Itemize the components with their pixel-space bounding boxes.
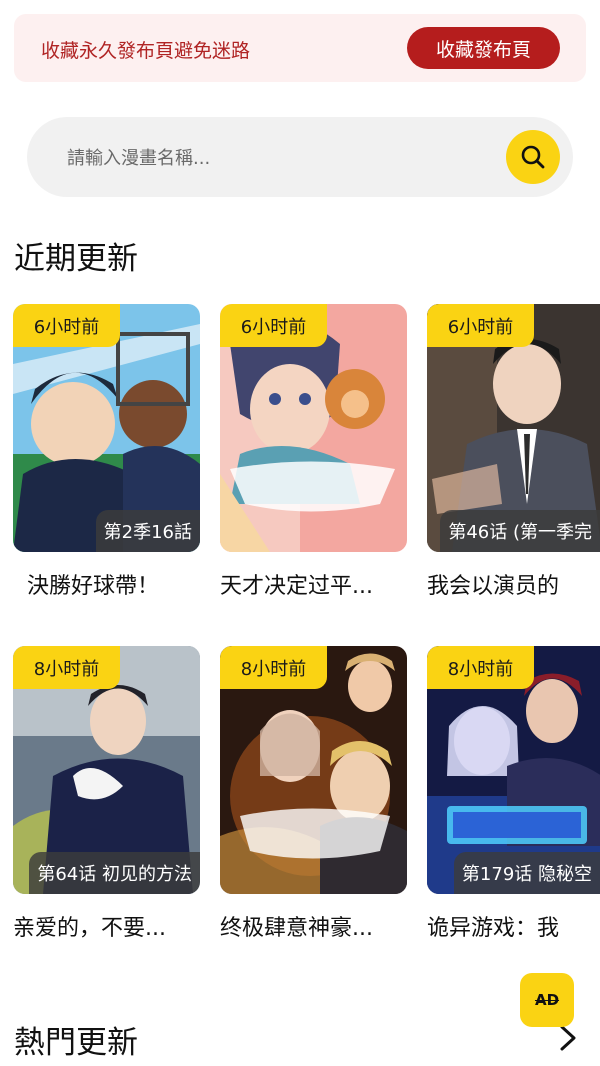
comic-title[interactable]: 诡异游戏：我	[427, 910, 600, 942]
comic-card[interactable]: 8小时前 第179话 隐秘空 诡异游戏：我	[427, 646, 600, 968]
comic-title[interactable]: 亲爱的，不要...	[13, 910, 200, 942]
ad-toggle-button[interactable]: AD	[520, 973, 574, 1027]
comic-card[interactable]: 6小时前 第46话 (第一季完 我会以演员的	[427, 304, 600, 626]
section-title-hot: 熱門更新	[14, 1025, 138, 1061]
comic-cover[interactable]: 8小时前	[220, 646, 407, 894]
update-time-badge: 8小时前	[13, 646, 120, 689]
search-button[interactable]	[506, 130, 560, 184]
search-bar	[27, 117, 573, 197]
episode-label: 第179话 隐秘空	[453, 852, 600, 894]
bookmark-page-button[interactable]: 收藏發布頁	[407, 27, 560, 69]
bookmark-banner: 收藏永久發布頁避免迷路 收藏發布頁	[14, 14, 586, 82]
comic-cover[interactable]: 8小时前 第179话 隐秘空	[427, 646, 600, 894]
comic-title[interactable]: 我会以演员的	[427, 568, 600, 600]
episode-label: 第46话 (第一季完	[440, 510, 600, 552]
update-time-badge: 8小时前	[427, 646, 534, 689]
comic-card[interactable]: 6小时前 天才决定过平...	[220, 304, 407, 626]
update-time-badge: 8小时前	[220, 646, 327, 689]
comic-card[interactable]: 8小时前 终极肆意神豪...	[220, 646, 407, 968]
comic-cover[interactable]: 6小时前 第2季16話	[13, 304, 200, 552]
comic-card[interactable]: 6小时前 第2季16話 決勝好球帶！	[13, 304, 200, 626]
comic-title[interactable]: 天才决定过平...	[220, 568, 407, 600]
search-icon	[521, 145, 545, 169]
comic-card[interactable]: 8小时前 第64话 初见的方法 亲爱的，不要...	[13, 646, 200, 968]
update-time-badge: 6小时前	[220, 304, 327, 347]
update-time-badge: 6小时前	[427, 304, 534, 347]
section-title-recent: 近期更新	[14, 241, 138, 277]
comic-title[interactable]: 決勝好球帶！	[13, 568, 200, 600]
search-input[interactable]	[65, 139, 489, 177]
comic-cover[interactable]: 6小时前	[220, 304, 407, 552]
comic-title[interactable]: 终极肆意神豪...	[220, 910, 407, 942]
comic-cover[interactable]: 6小时前 第46话 (第一季完	[427, 304, 600, 552]
episode-label: 第2季16話	[95, 510, 200, 552]
comic-cover[interactable]: 8小时前 第64话 初见的方法	[13, 646, 200, 894]
banner-message: 收藏永久發布頁避免迷路	[41, 40, 251, 62]
update-time-badge: 6小时前	[13, 304, 120, 347]
episode-label: 第64话 初见的方法	[29, 852, 200, 894]
